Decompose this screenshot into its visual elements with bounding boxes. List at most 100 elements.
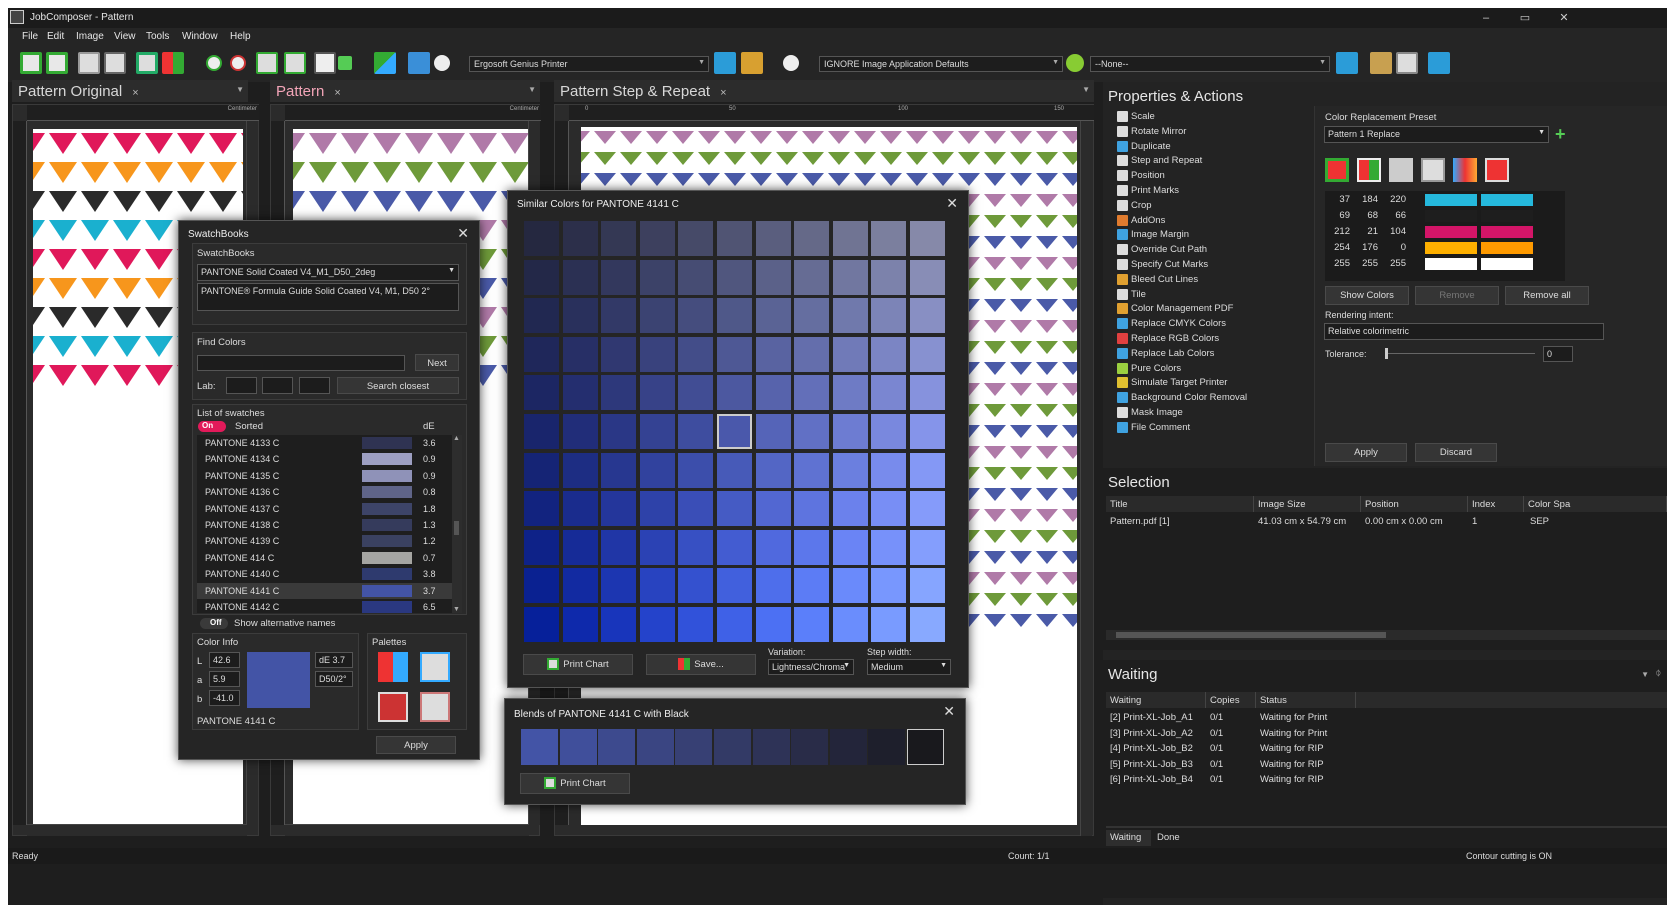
apply-button[interactable]: Apply [376,736,456,754]
color-replacement-row[interactable]: 212 21 104 [1325,225,1565,240]
color-cell[interactable] [678,336,714,372]
swatchbook-select[interactable]: PANTONE Solid Coated V4_M1_D50_2deg ▼ [197,264,459,281]
send-to-printer-icon[interactable] [1336,52,1358,74]
color-cell[interactable] [678,491,714,527]
color-cell[interactable] [562,568,598,604]
list-item[interactable]: PANTONE 4140 C 3.8 [197,566,452,582]
fit-width-icon[interactable] [256,52,278,74]
preset-select[interactable]: --None-- ▼ [1090,56,1330,72]
list-item[interactable]: PANTONE 414 C 0.7 [197,550,452,566]
action-item[interactable]: Image Margin [1117,228,1321,242]
alt-names-toggle[interactable]: Off [200,618,228,629]
column-copies[interactable]: Copies [1206,692,1256,708]
column-color-space[interactable]: Color Spa [1524,496,1667,512]
color-cell[interactable] [717,568,752,604]
list-item[interactable]: PANTONE 4139 C 1.2 [197,533,452,549]
color-cell[interactable] [562,336,598,372]
menu-window[interactable]: Window [182,31,218,42]
print-chart-button[interactable]: Print Chart [520,773,630,794]
action-item[interactable]: Position [1117,169,1321,183]
zoom-out-icon[interactable] [230,55,246,71]
blend-cell[interactable] [559,729,597,765]
color-cell[interactable] [717,298,752,334]
color-cell[interactable] [639,607,675,642]
blend-cell[interactable] [829,729,867,765]
color-cell[interactable] [910,298,945,334]
color-cell[interactable] [910,491,945,527]
color-cell[interactable] [832,336,868,372]
color-cell[interactable] [601,607,637,642]
column-title[interactable]: Title [1106,496,1254,512]
action-item[interactable]: Bleed Cut Lines [1117,273,1321,287]
color-cell[interactable] [794,375,830,411]
scroll-thumb[interactable] [1116,632,1386,638]
color-cell[interactable] [524,259,559,295]
printer-icon[interactable] [78,52,100,74]
palette-pick-icon[interactable] [378,692,408,722]
color-cell[interactable] [755,607,791,642]
pipette-icon[interactable] [1421,158,1445,182]
color-cell[interactable] [910,452,945,488]
color-cell[interactable] [524,491,559,527]
tab-waiting[interactable]: Waiting [1106,830,1151,846]
color-cell[interactable] [794,298,830,334]
palette-icon[interactable] [1357,158,1381,182]
tolerance-slider[interactable] [1385,348,1535,359]
rendering-intent-select[interactable]: Relative colorimetric [1324,323,1604,340]
close-icon[interactable]: × [132,87,138,99]
color-cell[interactable] [639,298,675,334]
color-cell[interactable] [717,221,752,256]
close-window-button[interactable]: ✕ [1549,10,1579,26]
add-preset-icon[interactable]: + [1555,124,1566,145]
color-cell[interactable] [562,414,598,449]
color-cell[interactable] [524,452,559,488]
print-chart-button[interactable]: Print Chart [523,654,633,675]
menu-tools[interactable]: Tools [146,31,169,42]
color-replacement-row[interactable]: 254 176 0 [1325,241,1565,256]
color-cell[interactable] [678,568,714,604]
color-cell[interactable] [871,298,907,334]
color-cell[interactable] [910,221,945,256]
gear-icon[interactable] [1066,54,1084,72]
replace-icon[interactable] [1485,158,1509,182]
color-cell[interactable] [832,568,868,604]
chevron-down-icon[interactable]: ▼ [236,85,244,94]
tolerance-value[interactable]: 0 [1543,346,1573,362]
color-cell[interactable] [601,414,637,449]
color-cell[interactable] [601,452,637,488]
color-cell[interactable] [601,491,637,527]
edit-color-icon[interactable] [1325,158,1349,182]
color-cell[interactable] [832,529,868,565]
action-item[interactable]: Tile [1117,288,1321,302]
table-row[interactable]: [5] Print-XL-Job_B3 0/1 Waiting for RIP [1106,757,1356,772]
find-colors-input[interactable] [197,355,405,371]
color-cell[interactable] [871,529,907,565]
color-cell[interactable] [794,259,830,295]
color-cell[interactable] [910,375,945,411]
action-item[interactable]: Pure Colors [1117,362,1321,376]
tab-pattern-original[interactable]: Pattern Original × ▼ [12,80,248,102]
action-item[interactable]: AddOns [1117,214,1321,228]
close-icon[interactable]: × [334,87,340,99]
color-cell[interactable] [524,414,559,449]
apply-button[interactable]: Apply [1325,443,1407,462]
tab-pattern-step-repeat[interactable]: Pattern Step & Repeat × ▼ [554,80,1094,102]
zoom-in-icon[interactable] [206,55,222,71]
printer-settings-icon[interactable] [714,52,736,74]
color-cell[interactable] [639,568,675,604]
color-cell[interactable] [755,491,791,527]
menu-image[interactable]: Image [76,31,104,42]
queue-icon[interactable] [1370,52,1392,74]
color-cell[interactable] [871,568,907,604]
sorted-toggle[interactable]: On [198,421,226,432]
list-item[interactable]: PANTONE 4141 C 3.7 [197,582,452,599]
action-item[interactable]: Rotate Mirror [1117,125,1321,139]
pin-icon[interactable]: ᛰ [1656,668,1661,678]
nest-icon[interactable] [374,52,396,74]
color-cell[interactable] [524,221,559,256]
menu-file[interactable]: File [22,31,38,42]
color-cell[interactable] [871,336,907,372]
color-cell[interactable] [755,298,791,334]
action-item[interactable]: Simulate Target Printer [1117,376,1321,390]
table-row[interactable]: [2] Print-XL-Job_A1 0/1 Waiting for Print [1106,710,1356,725]
